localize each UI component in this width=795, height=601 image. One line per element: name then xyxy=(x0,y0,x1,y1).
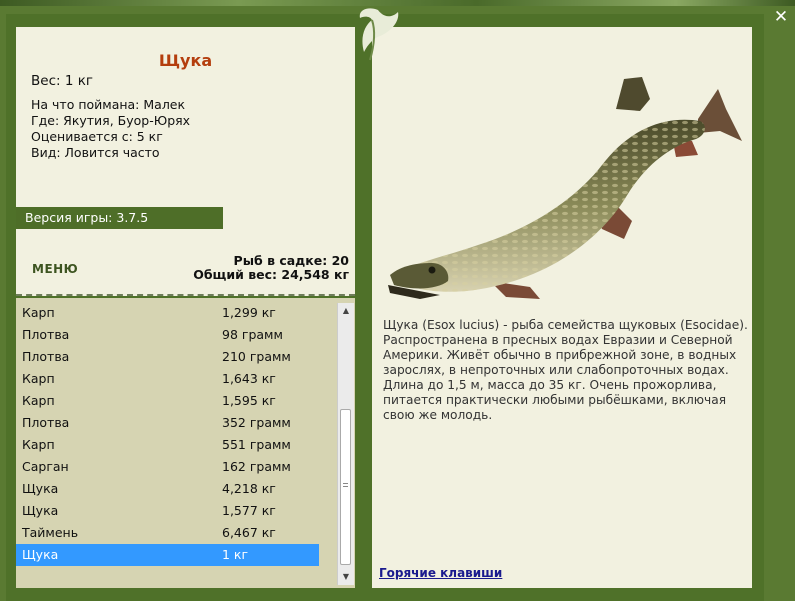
keepnet-count: Рыб в садке: 20 xyxy=(233,253,349,268)
catch-fish-weight: 6,467 кг xyxy=(222,525,276,540)
catch-fish-name: Щука xyxy=(22,481,59,496)
fish-name-title: Щука xyxy=(158,51,213,70)
catch-list-item[interactable]: Карп 1,299 кг xyxy=(16,302,319,324)
catch-fish-name: Сарган xyxy=(22,459,69,474)
catch-fish-weight: 1,595 кг xyxy=(222,393,276,408)
catch-list-item[interactable]: Плотва 98 грамм xyxy=(16,324,319,346)
catch-fish-name: Плотва xyxy=(22,349,70,364)
scrollbar-grip-icon xyxy=(343,483,348,487)
total-weight: Общий вес: 24,548 кг xyxy=(193,267,349,282)
menu-button[interactable]: МЕНЮ xyxy=(32,262,78,276)
catch-fish-name: Плотва xyxy=(22,327,70,342)
catch-fish-weight: 1 кг xyxy=(222,547,249,562)
scroll-up-icon[interactable]: ▲ xyxy=(338,303,354,319)
catch-list-item[interactable]: Карп 1,643 кг xyxy=(16,368,319,390)
close-icon[interactable]: ✕ xyxy=(772,8,790,26)
catch-list-item[interactable]: Щука 1,577 кг xyxy=(16,500,319,522)
catch-fish-name: Карп xyxy=(22,393,55,408)
catch-fish-name: Щука xyxy=(22,547,59,562)
hotkeys-link[interactable]: Горячие клавиши xyxy=(379,566,502,580)
catch-fish-name: Щука xyxy=(22,503,59,518)
location-info: Где: Якутия, Буор-Юрях xyxy=(31,113,191,128)
catch-fish-weight: 210 грамм xyxy=(222,349,291,364)
catch-fish-name: Плотва xyxy=(22,415,70,430)
type-info: Вид: Ловится часто xyxy=(31,145,160,160)
valued-info: Оценивается с: 5 кг xyxy=(31,129,163,144)
catch-fish-weight: 1,643 кг xyxy=(222,371,276,386)
fish-weight: Вес: 1 кг xyxy=(31,73,93,89)
leaf-icon xyxy=(359,8,399,61)
game-version-bar: Версия игры: 3.7.5 xyxy=(16,207,223,229)
pike-fish-image xyxy=(388,77,742,299)
scroll-down-icon[interactable]: ▼ xyxy=(338,569,354,585)
bait-info: На что поймана: Малек xyxy=(31,97,186,112)
catch-stats: Рыб в садке: 20 Общий вес: 24,548 кг xyxy=(193,254,349,282)
catch-fish-weight: 98 грамм xyxy=(222,327,283,342)
catch-list-item[interactable]: Таймень 6,467 кг xyxy=(16,522,319,544)
catch-fish-name: Карп xyxy=(22,437,55,452)
catch-list-item[interactable]: Плотва 210 грамм xyxy=(16,346,319,368)
catch-list-item[interactable]: Карп 551 грамм xyxy=(16,434,319,456)
dashed-divider xyxy=(16,294,355,296)
fish-detail-panel: Щука (Esox lucius) - рыба семейства щуко… xyxy=(372,27,752,588)
scrollbar-thumb[interactable] xyxy=(340,409,351,565)
catch-fish-weight: 352 грамм xyxy=(222,415,291,430)
list-scrollbar[interactable]: ▲ ▼ xyxy=(337,303,354,585)
catch-list-item[interactable]: Сарган 162 грамм xyxy=(16,456,319,478)
catch-list-item[interactable]: Щука 4,218 кг xyxy=(16,478,319,500)
catch-list-item[interactable]: Карп 1,595 кг xyxy=(16,390,319,412)
catch-fish-weight: 1,577 кг xyxy=(222,503,276,518)
catch-list-item[interactable]: Плотва 352 грамм xyxy=(16,412,319,434)
catch-fish-weight: 162 грамм xyxy=(222,459,291,474)
fish-info-card: Щука Вес: 1 кг На что поймана: Малек Где… xyxy=(16,27,355,230)
catch-fish-weight: 1,299 кг xyxy=(222,305,276,320)
catch-fish-name: Карп xyxy=(22,371,55,386)
catch-fish-weight: 4,218 кг xyxy=(222,481,276,496)
catch-fish-weight: 551 грамм xyxy=(222,437,291,452)
catch-list-item[interactable]: Щука 1 кг xyxy=(16,544,319,566)
catch-list[interactable]: Карп 1,299 кг Плотва 98 грамм Плотва 210 грам… xyxy=(16,298,355,588)
catch-fish-name: Карп xyxy=(22,305,55,320)
menu-area: МЕНЮ Рыб в садке: 20 Общий вес: 24,548 к… xyxy=(16,230,355,296)
catch-fish-name: Таймень xyxy=(22,525,79,540)
fish-description: Щука (Esox lucius) - рыба семейства щуко… xyxy=(383,318,748,422)
